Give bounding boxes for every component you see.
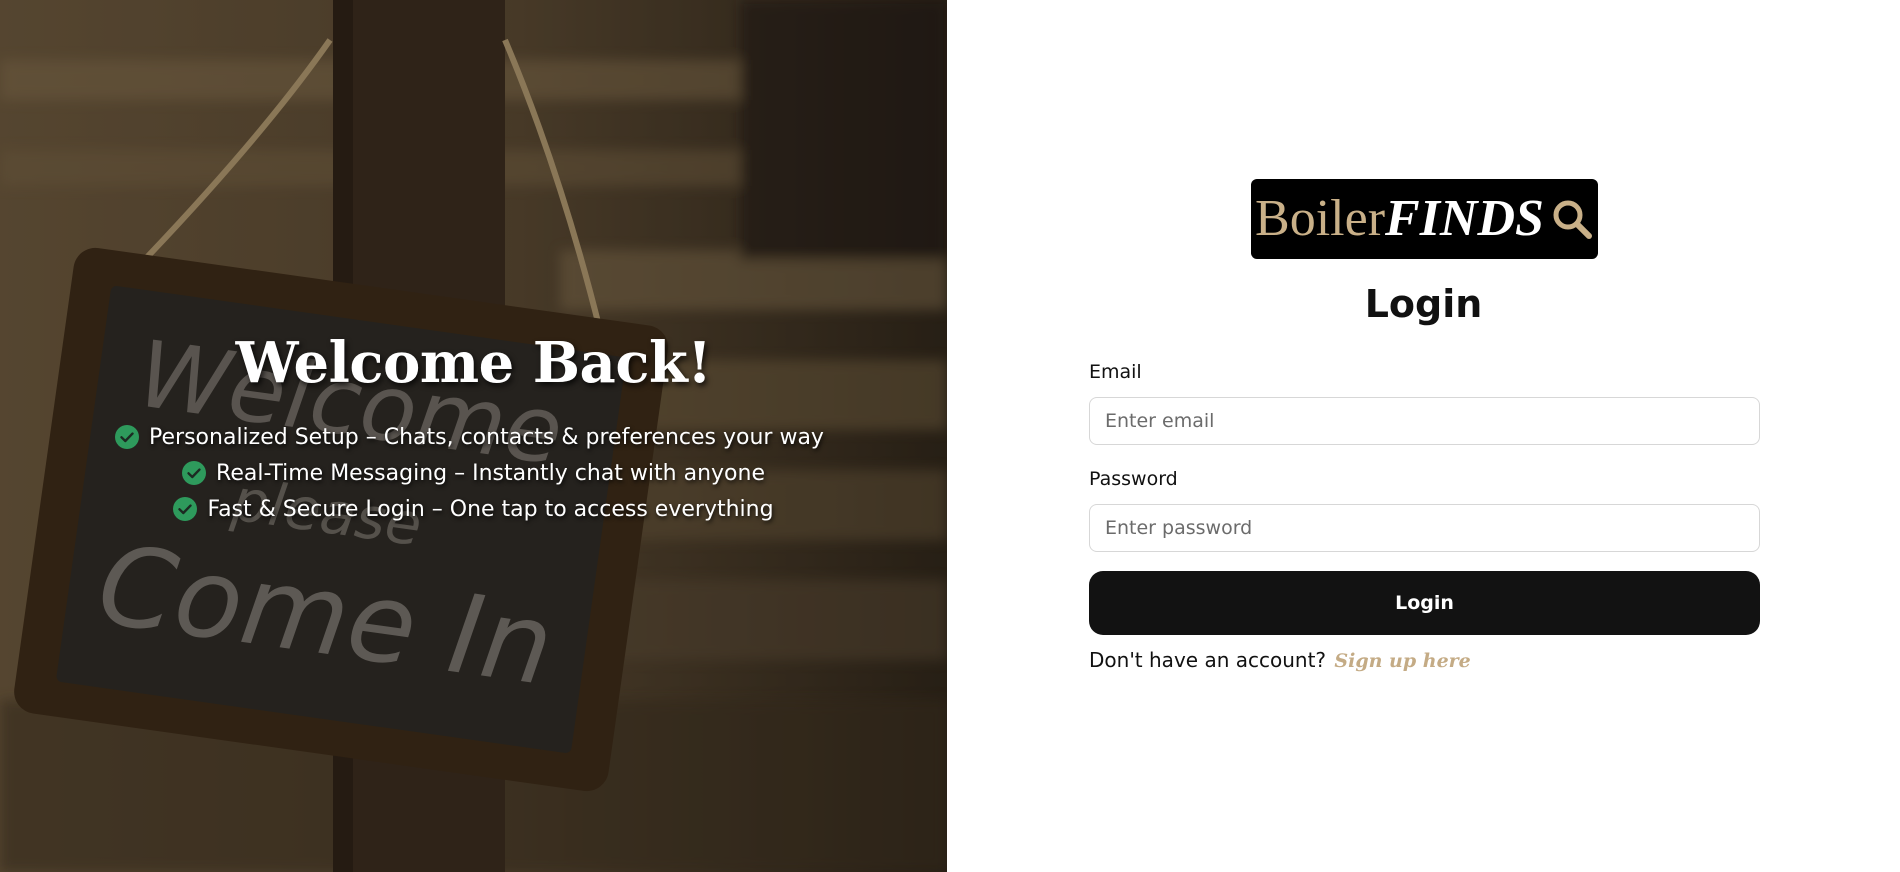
page-title: Login	[1364, 282, 1483, 326]
signup-prompt: Don't have an account?	[1089, 648, 1327, 672]
hero-title: Welcome Back!	[235, 330, 712, 396]
signup-link[interactable]: Sign up here	[1334, 650, 1470, 672]
password-label: Password	[1089, 468, 1178, 490]
feature-item: Fast & Secure Login – One tap to access …	[0, 491, 947, 527]
feature-item: Real-Time Messaging – Instantly chat wit…	[0, 455, 947, 491]
login-button[interactable]: Login	[1089, 571, 1760, 635]
check-circle-icon	[115, 425, 140, 449]
check-circle-icon	[182, 461, 207, 485]
login-panel: BoilerFINDS Login Email Password Login D…	[947, 0, 1900, 872]
password-field[interactable]	[1089, 504, 1760, 552]
brand-logo: BoilerFINDS	[1251, 179, 1598, 259]
feature-text: Real-Time Messaging – Instantly chat wit…	[216, 460, 765, 486]
feature-item: Personalized Setup – Chats, contacts & p…	[0, 419, 947, 455]
feature-list: Personalized Setup – Chats, contacts & p…	[0, 419, 947, 527]
email-field[interactable]	[1089, 397, 1760, 445]
search-icon	[1553, 200, 1592, 239]
logo-finds-text: FINDS	[1385, 190, 1544, 247]
feature-text: Fast & Secure Login – One tap to access …	[207, 496, 774, 522]
logo-wordmark: BoilerFINDS	[1255, 179, 1544, 259]
logo-boiler-text: Boiler	[1255, 190, 1386, 247]
check-circle-icon	[173, 497, 198, 521]
feature-text: Personalized Setup – Chats, contacts & p…	[149, 424, 824, 450]
email-label: Email	[1089, 361, 1142, 383]
hero-content: Welcome Back! Personalized Setup – Chats…	[0, 327, 947, 527]
hero-panel: Welcome please Come In Welcome Back! Per…	[0, 0, 947, 872]
signup-row: Don't have an account? Sign up here	[1089, 648, 1471, 672]
